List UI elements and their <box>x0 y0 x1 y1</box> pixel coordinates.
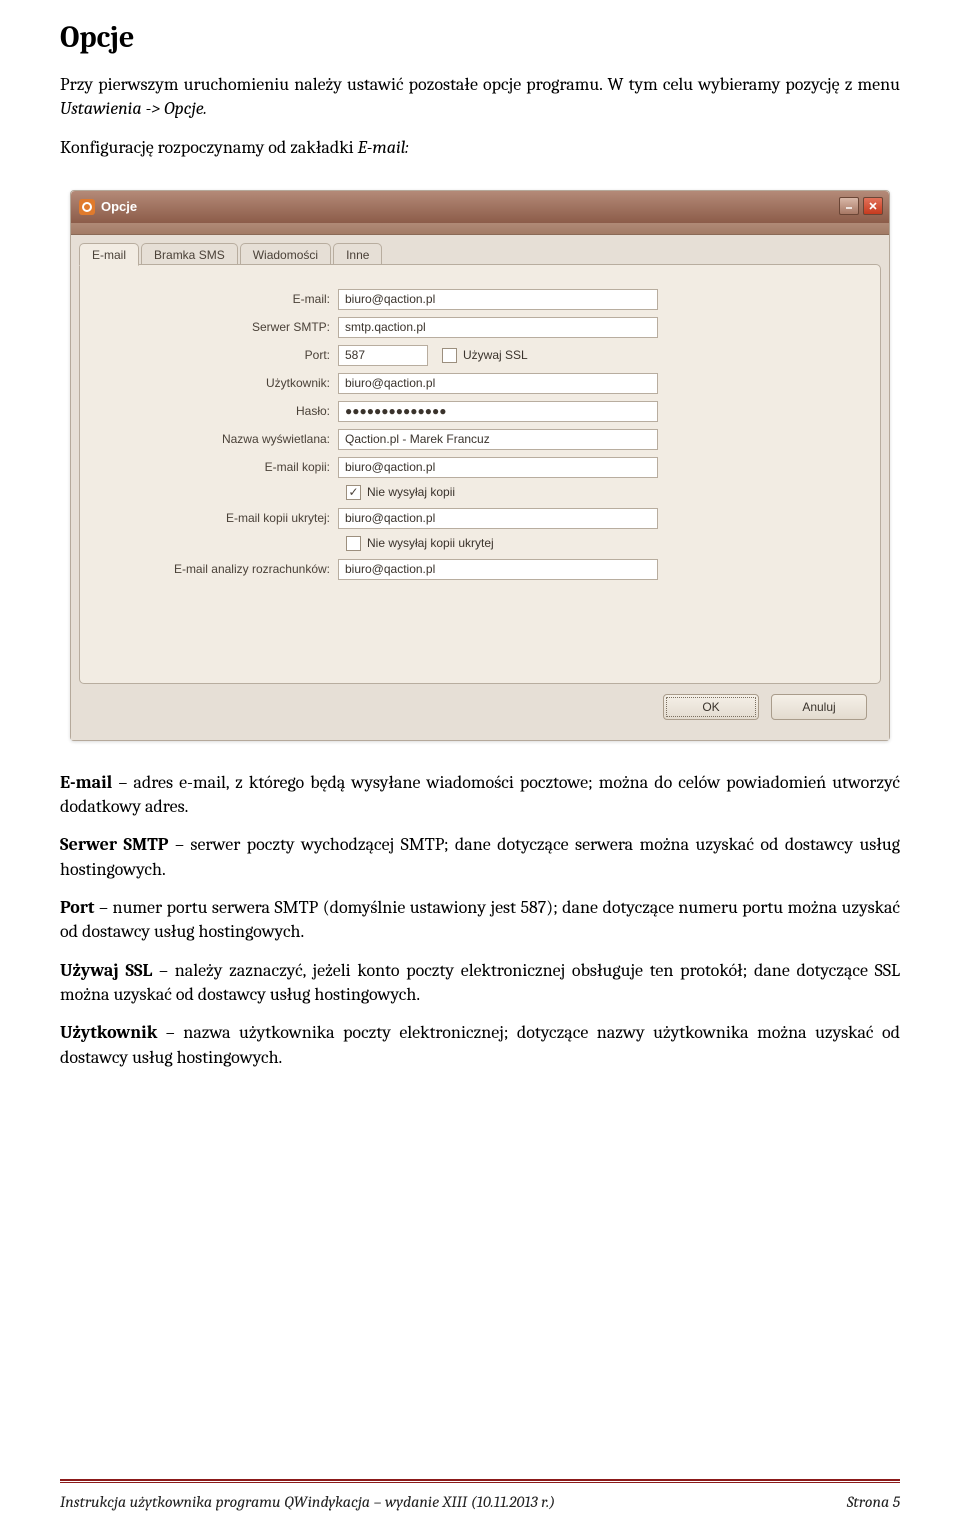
tab-email[interactable]: E-mail <box>79 243 139 266</box>
input-smtp[interactable] <box>338 317 658 338</box>
p2-text: Konfigurację rozpoczynamy od zakładki <box>60 137 358 158</box>
def-smtp-term: Serwer SMTP <box>60 834 168 855</box>
minimize-button[interactable] <box>839 197 859 215</box>
input-cc[interactable] <box>338 457 658 478</box>
label-cc: E-mail kopii: <box>100 460 338 474</box>
cancel-button[interactable]: Anuluj <box>771 694 867 720</box>
def-email-text: – adres e-mail, z którego będą wysyłane … <box>60 772 900 817</box>
def-email-term: E-mail <box>60 772 112 793</box>
def-user-term: Użytkownik <box>60 1022 157 1043</box>
def-port-term: Port <box>60 897 95 918</box>
input-bcc[interactable] <box>338 508 658 529</box>
footer-right: Strona 5 <box>847 1493 900 1511</box>
window-title: Opcje <box>101 199 137 214</box>
checkbox-no-bcc[interactable] <box>346 536 361 551</box>
checkbox-ssl[interactable] <box>442 348 457 363</box>
page-heading: Opcje <box>60 20 900 55</box>
def-smtp-text: – serwer poczty wychodzącej SMTP; dane d… <box>60 834 900 879</box>
def-ssl-term: Używaj SSL <box>60 960 152 981</box>
tab-strip: E-mail Bramka SMS Wiadomości Inne <box>79 243 881 265</box>
intro-paragraph-1: Przy pierwszym uruchomieniu należy ustaw… <box>60 73 900 122</box>
p2-tab-name: E-mail: <box>358 137 409 158</box>
label-user: Użytkownik: <box>100 376 338 390</box>
label-smtp: Serwer SMTP: <box>100 320 338 334</box>
def-user-text: – nazwa użytkownika poczty elektroniczne… <box>60 1022 900 1067</box>
def-ssl-text: – należy zaznaczyć, jeżeli konto poczty … <box>60 960 900 1005</box>
p1-text: Przy pierwszym uruchomieniu należy ustaw… <box>60 74 900 95</box>
window-titlebar: Opcje <box>71 191 889 223</box>
def-user: Użytkownik – nazwa użytkownika poczty el… <box>60 1021 900 1070</box>
tab-wiadomosci[interactable]: Wiadomości <box>240 243 331 265</box>
label-display-name: Nazwa wyświetlana: <box>100 432 338 446</box>
def-port: Port – numer portu serwera SMTP (domyśln… <box>60 896 900 945</box>
label-no-copy: Nie wysyłaj kopii <box>367 485 455 499</box>
label-password: Hasło: <box>100 404 338 418</box>
def-port-text: – numer portu serwera SMTP (domyślnie us… <box>60 897 900 942</box>
page-footer: Instrukcja użytkownika programu QWindyka… <box>60 1493 900 1511</box>
input-port[interactable] <box>338 345 428 366</box>
options-window: Opcje E-mail Bramka SMS Wiadomości Inne … <box>70 190 890 741</box>
label-ssl: Używaj SSL <box>463 348 528 362</box>
app-icon <box>79 199 95 215</box>
label-analysis-email: E-mail analizy rozrachunków: <box>100 562 338 576</box>
label-bcc: E-mail kopii ukrytej: <box>100 511 338 525</box>
input-analysis-email[interactable] <box>338 559 658 580</box>
input-email[interactable] <box>338 289 658 310</box>
def-smtp: Serwer SMTP – serwer poczty wychodzącej … <box>60 833 900 882</box>
ok-button[interactable]: OK <box>663 694 759 720</box>
tab-bramka-sms[interactable]: Bramka SMS <box>141 243 238 265</box>
window-toolbar-strip <box>71 223 889 235</box>
label-no-bcc: Nie wysyłaj kopii ukrytej <box>367 536 494 550</box>
close-button[interactable] <box>863 197 883 215</box>
tab-panel-email: E-mail: Serwer SMTP: Port: Używaj SSL Uż… <box>79 264 881 684</box>
input-password[interactable] <box>338 401 658 422</box>
footer-rule <box>60 1479 900 1483</box>
input-display-name[interactable] <box>338 429 658 450</box>
def-email: E-mail – adres e-mail, z którego będą wy… <box>60 771 900 820</box>
def-ssl: Używaj SSL – należy zaznaczyć, jeżeli ko… <box>60 959 900 1008</box>
checkbox-no-copy[interactable] <box>346 485 361 500</box>
tab-inne[interactable]: Inne <box>333 243 382 265</box>
input-user[interactable] <box>338 373 658 394</box>
p1-menu-path: Ustawienia -> Opcje. <box>60 98 207 119</box>
intro-paragraph-2: Konfigurację rozpoczynamy od zakładki E-… <box>60 136 900 160</box>
label-port: Port: <box>100 348 338 362</box>
footer-left: Instrukcja użytkownika programu QWindyka… <box>60 1493 555 1511</box>
label-email: E-mail: <box>100 292 338 306</box>
